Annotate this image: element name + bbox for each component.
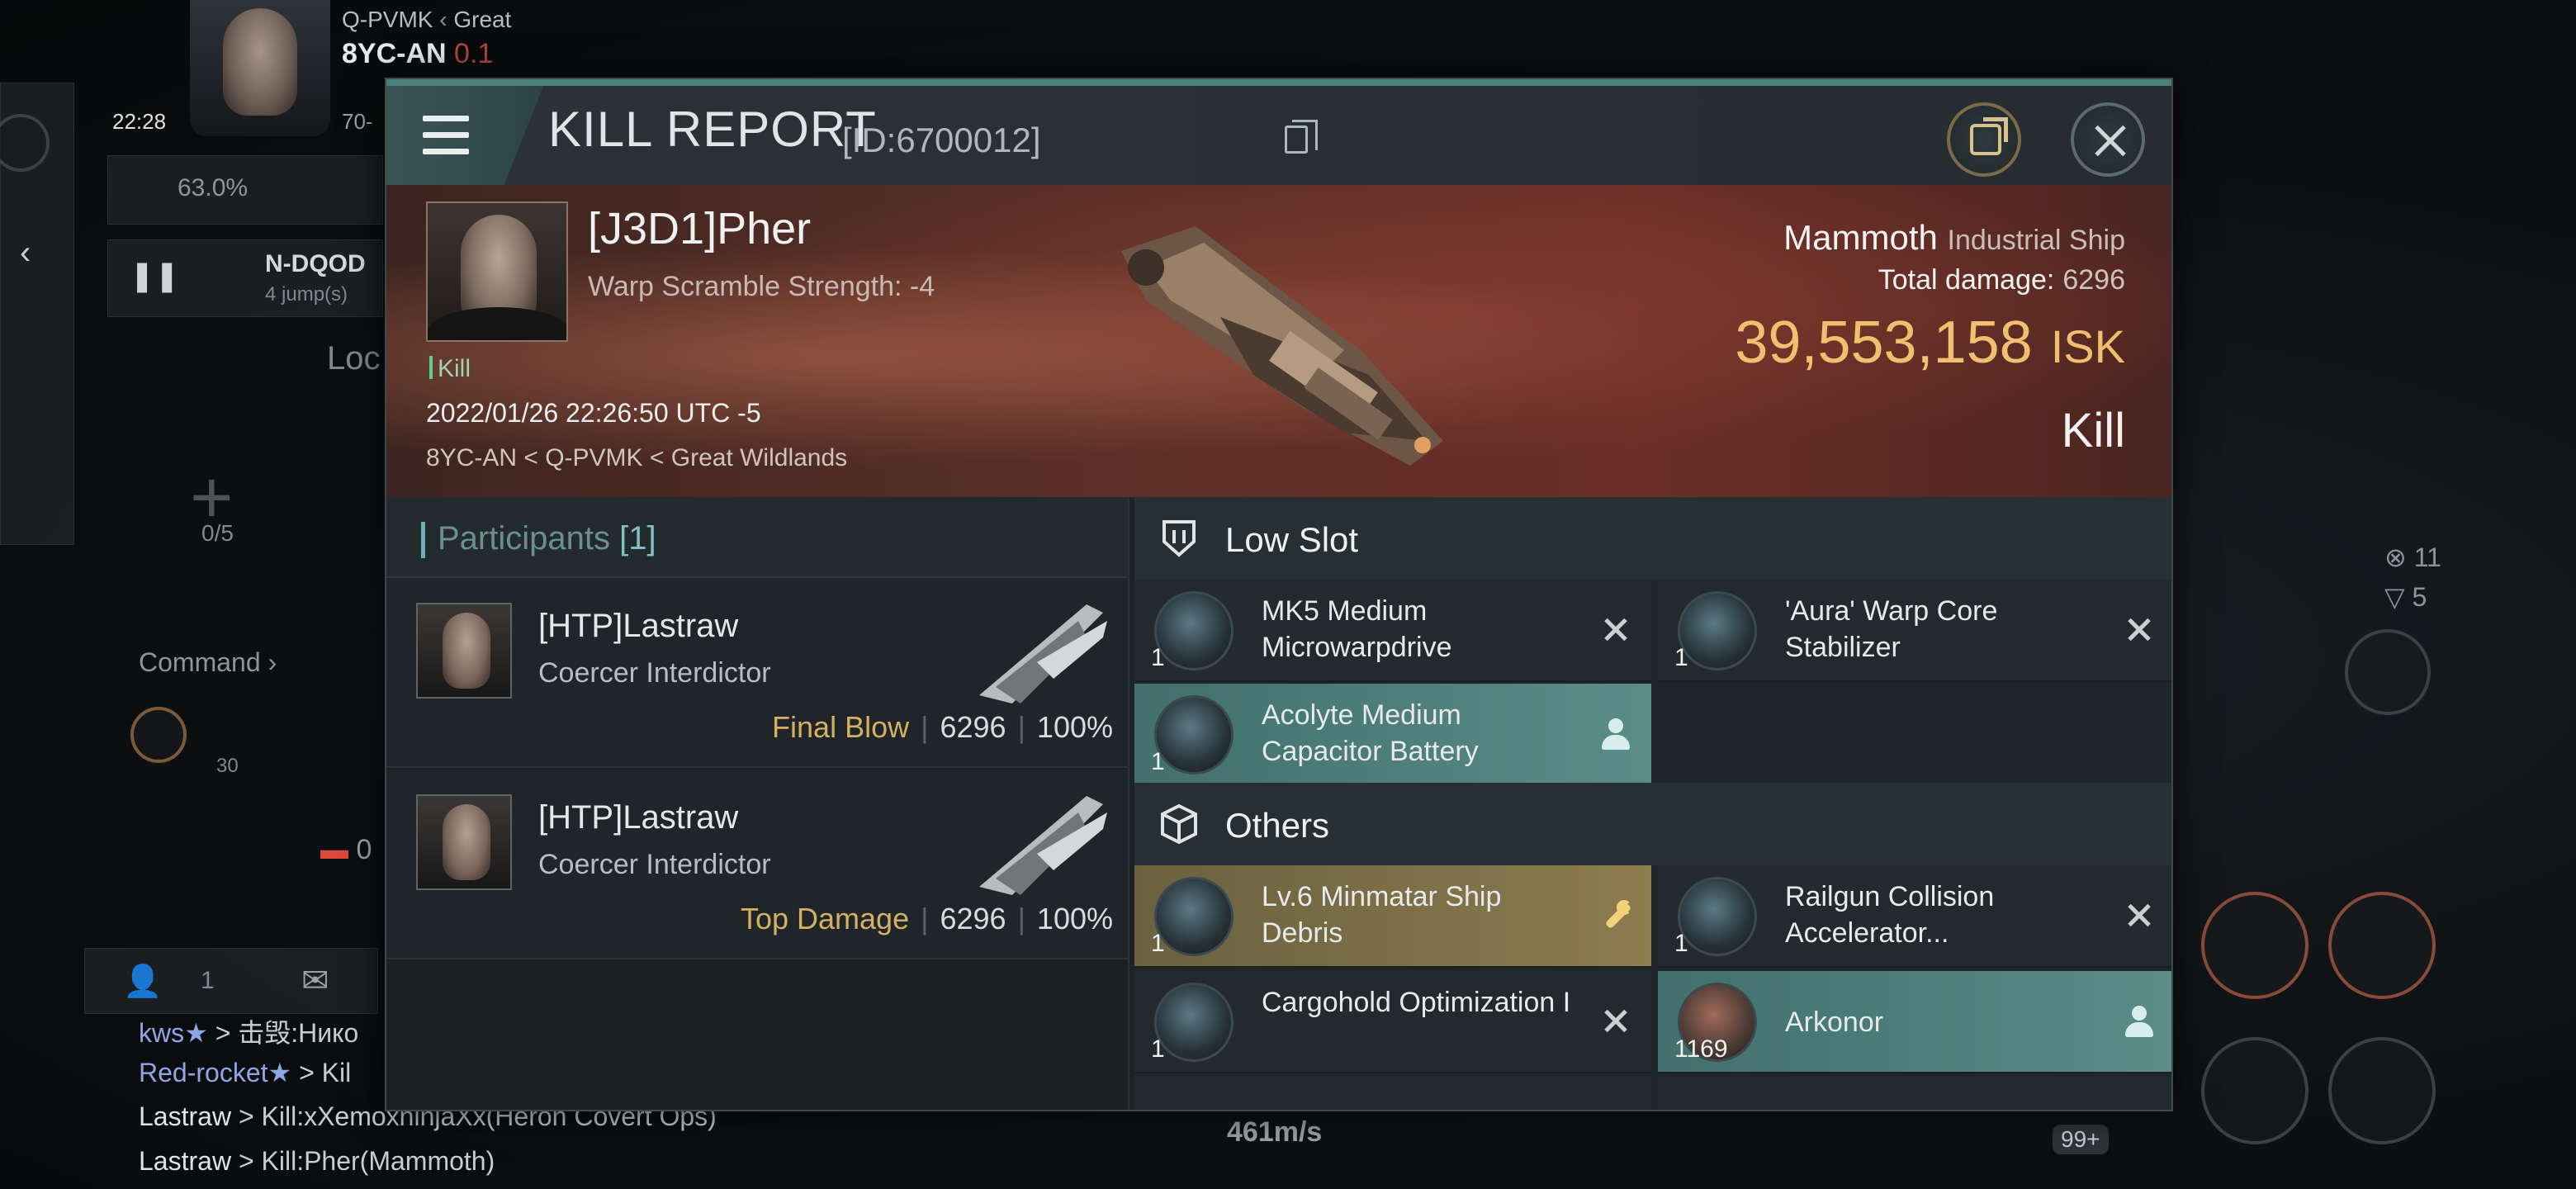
kill-tag: Kill	[429, 355, 471, 383]
low-slot-header: Low Slot	[1134, 497, 2171, 580]
victim-banner: [J3D1]Pher Warp Scramble Strength: -4 Ki…	[386, 185, 2171, 497]
participant-stats: Top Damage | 6296 | 100%	[740, 902, 1113, 936]
chat-tabs[interactable]: 👤 1 ✉	[84, 948, 378, 1014]
badge-count: 99+	[2053, 1125, 2109, 1154]
item-name: Arkonor	[1785, 1007, 1884, 1038]
item-name: Acolyte Medium Capacitor Battery	[1262, 699, 1479, 767]
warp-scramble-strength: Warp Scramble Strength: -4	[588, 271, 935, 302]
item-row[interactable]: 1 Cargohold Optimization I	[1134, 971, 1651, 1073]
participants-panel: Participants [1] [HTP]Lastraw Coercer In…	[386, 497, 1129, 1110]
module-slot-3[interactable]	[2201, 1037, 2308, 1144]
participant-ship-image	[979, 796, 1107, 895]
victim-portrait[interactable]	[426, 201, 568, 342]
participant-ship-image	[979, 604, 1107, 703]
hud-number-30: 30	[216, 755, 239, 777]
eye-icon[interactable]	[2345, 629, 2431, 715]
dropped-person-icon	[1595, 713, 1636, 755]
participant-portrait	[416, 794, 512, 890]
module-slot-2[interactable]	[2328, 892, 2436, 999]
low-slot-icon	[1163, 520, 1196, 557]
item-name: Lv.6 Minmatar Ship Debris	[1262, 881, 1502, 949]
item-row[interactable]: 1 Railgun Collision Accelerator...	[1658, 865, 2171, 968]
pilot-portrait[interactable]	[190, 0, 330, 136]
route-panel[interactable]: ❚❚ N-DQOD 4 jump(s)	[107, 239, 383, 317]
destroyed-icon	[2119, 609, 2160, 651]
share-button[interactable]	[1947, 102, 2021, 177]
participant-name: [HTP]Lastraw	[538, 799, 739, 836]
report-id: [ID:6700012]	[842, 121, 1041, 159]
pause-icon[interactable]: ❚❚	[130, 258, 179, 293]
item-name: Cargohold Optimization I	[1262, 987, 1571, 1018]
item-name: Railgun Collision Accelerator...	[1785, 881, 1995, 949]
copy-icon[interactable]	[1285, 120, 1318, 154]
railgun-accelerator-icon	[1678, 877, 1757, 956]
kill-report-header: KILL REPORT [ID:6700012]	[386, 86, 2171, 185]
kill-report-panel: KILL REPORT [ID:6700012] [J3D1]Pher Warp…	[385, 78, 2173, 1111]
chat-line: Red-rocket★ > Kil	[139, 1058, 352, 1087]
item-row[interactable]: 1169 Arkonor	[1658, 971, 2171, 1073]
warp-core-stabilizer-icon	[1678, 591, 1757, 670]
victim-name[interactable]: [J3D1]Pher	[588, 203, 811, 254]
item-row-partial[interactable]	[1134, 1077, 1651, 1110]
cargohold-optimization-icon	[1154, 983, 1234, 1062]
capacitor-battery-icon	[1154, 695, 1234, 775]
destroyed-icon	[2119, 895, 2160, 936]
participant-stats: Final Blow | 6296 | 100%	[772, 710, 1113, 744]
current-system[interactable]: 8YC-AN 0.1	[342, 38, 493, 70]
cube-icon	[1161, 803, 1197, 845]
participant-row[interactable]: [HTP]Lastraw Coercer Interdictor Final B…	[386, 578, 1128, 768]
item-row[interactable]: 1 Lv.6 Minmatar Ship Debris	[1134, 865, 1651, 968]
hud-clock: 22:28	[112, 109, 167, 134]
isk-value: 39,553,158 ISK	[1735, 310, 2125, 376]
microwarpdrive-icon	[1154, 591, 1234, 670]
kill-datetime: 2022/01/26 22:26:50 UTC -5	[426, 398, 761, 428]
victim-ship-image	[1121, 226, 1443, 466]
hud-partial-70: 70-	[342, 109, 373, 134]
participant-ship: Coercer Interdictor	[538, 657, 771, 689]
kill-location: 8YC-AN < Q-PVMK < Great Wildlands	[426, 444, 848, 471]
members-icon: 👤	[123, 964, 163, 999]
chat-line: kws★ > 击毁:Нико	[139, 1018, 359, 1048]
item-row[interactable]: 1 Acolyte Medium Capacitor Battery	[1134, 684, 1651, 786]
left-collapse-chevron-icon[interactable]: ‹	[20, 234, 31, 272]
item-name: MK5 Medium Microwarpdrive	[1262, 595, 1452, 663]
participants-header: Participants [1]	[386, 497, 1128, 578]
menu-button[interactable]	[386, 86, 543, 185]
destroyed-icon	[1595, 1001, 1636, 1042]
item-row[interactable]: 1 'Aura' Warp Core Stabilizer	[1658, 580, 2171, 682]
victim-ship-name[interactable]: Mammoth Industrial Ship	[1783, 218, 2125, 258]
hud-alert: ▬ 0	[320, 834, 372, 865]
participant-ship: Coercer Interdictor	[538, 849, 771, 880]
total-damage: Total damage: 6296	[1878, 264, 2125, 296]
target-lock-icon[interactable]	[130, 707, 187, 763]
ship-speed: 461m/s	[1227, 1116, 1323, 1148]
item-name: 'Aura' Warp Core Stabilizer	[1785, 595, 1998, 663]
result-label: Kill	[2061, 404, 2125, 457]
mail-icon[interactable]: ✉	[301, 962, 329, 1000]
chat-line: Lastraw > Kill:Pher(Mammoth)	[139, 1146, 495, 1176]
region-line: Q-PVMK ‹ Great	[342, 7, 512, 32]
participant-row[interactable]: [HTP]Lastraw Coercer Interdictor Top Dam…	[386, 770, 1128, 959]
command-button[interactable]: Command ›	[139, 647, 277, 678]
right-count-2: ▽ 5	[2384, 582, 2427, 612]
module-slot-4[interactable]	[2328, 1037, 2436, 1144]
close-button[interactable]	[2071, 102, 2145, 177]
loc-partial: Loc	[327, 340, 381, 377]
page-title: KILL REPORT	[548, 102, 877, 157]
module-slot-1[interactable]	[2201, 892, 2308, 999]
item-row-partial[interactable]	[1658, 1077, 2171, 1110]
destroyed-icon	[1595, 609, 1636, 651]
dropped-person-icon	[2119, 1001, 2160, 1042]
items-panel: Low Slot 1 MK5 Medium Microwarpdrive 1 '…	[1134, 497, 2171, 1110]
add-fleet-icon[interactable]: +	[190, 456, 234, 541]
participant-name: [HTP]Lastraw	[538, 608, 739, 644]
others-header: Others	[1134, 783, 2171, 865]
right-count-1: ⊗ 11	[2384, 542, 2441, 572]
wrench-icon	[1595, 895, 1636, 936]
item-row[interactable]: 1 MK5 Medium Microwarpdrive	[1134, 580, 1651, 682]
cargo-bar[interactable]: 63.0%	[107, 155, 383, 225]
ship-debris-icon	[1154, 877, 1234, 956]
participant-portrait	[416, 603, 512, 699]
